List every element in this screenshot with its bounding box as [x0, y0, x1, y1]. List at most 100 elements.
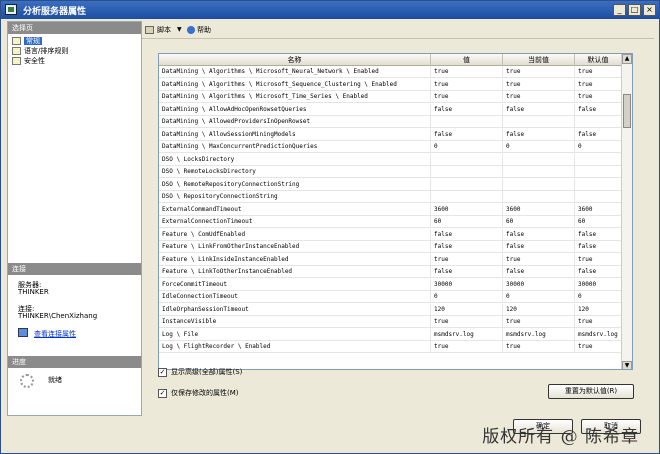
table-row[interactable]: ExternalConnectionTimeout 60 60 60 [159, 216, 622, 228]
cell-value[interactable]: true [431, 66, 503, 78]
cell-current-value: false [503, 103, 575, 116]
table-row[interactable]: Feature \ LinkFromOtherInstanceEnabled fa… [159, 241, 622, 253]
minimize-button[interactable]: _ [613, 4, 626, 16]
table-row[interactable]: DataMining \ Algorithms \ Microsoft_Neur… [159, 66, 622, 78]
table-row[interactable]: Feature \ ComUdfEnabled false false false [159, 228, 622, 241]
column-current-value[interactable]: 当前值 [503, 54, 575, 66]
cell-name: ForceCommitTimeout [159, 278, 431, 291]
reset-to-default-button[interactable]: 重置为默认值(R) [548, 384, 634, 399]
only-modified-checkbox[interactable]: ✓ 仅保存修改的属性(M) [158, 388, 239, 399]
cell-name: Feature \ ComUdfEnabled [159, 228, 431, 241]
table-row[interactable]: Feature \ LinkToOtherInstanceEnabled fals… [159, 266, 622, 278]
column-name[interactable]: 名称 [159, 54, 431, 66]
cell-value[interactable]: true [431, 316, 503, 328]
show-advanced-checkbox[interactable]: ✓ 显示高级(全部)属性(S) [158, 367, 242, 378]
nav-item-general[interactable]: 常规 [12, 36, 42, 46]
table-row[interactable]: Log \ File msmdsrv.log msmdsrv.log msmdsrv.… [159, 328, 622, 341]
table-row[interactable]: DataMining \ MaxConcurrentPredictionQuer… [159, 141, 622, 153]
cell-value[interactable]: false [431, 128, 503, 141]
table-row[interactable]: InstanceVisible true true true [159, 316, 622, 328]
table-row[interactable]: DSO \ RemoteRepositoryConnectionString [159, 178, 622, 191]
grid-header: 名称 值 当前值 默认值 [159, 54, 622, 66]
close-button[interactable]: × [643, 4, 656, 16]
cell-current-value: false [503, 128, 575, 141]
cell-value[interactable]: true [431, 78, 503, 91]
cell-value[interactable] [431, 166, 503, 178]
cell-name: DSO \ RemoteLocksDirectory [159, 166, 431, 178]
connection-properties-icon [18, 328, 28, 337]
cell-value[interactable]: 120 [431, 303, 503, 316]
cell-value[interactable]: 30000 [431, 278, 503, 291]
view-connection-properties-link[interactable]: 查看连接属性 [34, 329, 76, 339]
table-row[interactable]: ExternalCommandTimeout 3600 3600 3600 [159, 203, 622, 216]
cell-default-value: false [575, 128, 622, 141]
scroll-thumb[interactable] [623, 94, 631, 128]
cell-default-value [575, 191, 622, 203]
cell-current-value: true [503, 341, 575, 353]
cell-value[interactable] [431, 153, 503, 166]
cell-current-value: true [503, 253, 575, 266]
scroll-up-icon[interactable]: ▲ [622, 54, 632, 64]
cell-current-value: true [503, 66, 575, 78]
cell-value[interactable]: false [431, 103, 503, 116]
cell-current-value: false [503, 266, 575, 278]
cell-current-value [503, 191, 575, 203]
cell-value[interactable]: 0 [431, 291, 503, 303]
cell-value[interactable]: false [431, 241, 503, 253]
table-row[interactable]: DSO \ LocksDirectory [159, 153, 622, 166]
cell-value[interactable]: true [431, 91, 503, 103]
cell-current-value [503, 166, 575, 178]
cell-default-value: 0 [575, 291, 622, 303]
cell-value[interactable]: 3600 [431, 203, 503, 216]
table-row[interactable]: DataMining \ AllowedProvidersInOpenRowse… [159, 116, 622, 128]
cell-value[interactable] [431, 116, 503, 128]
table-row[interactable]: IdleConnectionTimeout 0 0 0 [159, 291, 622, 303]
cell-value[interactable]: msmdsrv.log [431, 328, 503, 341]
table-row[interactable]: IdleOrphanSessionTimeout 120 120 120 [159, 303, 622, 316]
cell-value[interactable]: true [431, 341, 503, 353]
table-row[interactable]: DataMining \ Algorithms \ Microsoft_Sequ… [159, 78, 622, 91]
vertical-scrollbar[interactable]: ▲ ▼ [621, 54, 632, 369]
column-value[interactable]: 值 [431, 54, 503, 66]
checkbox-box: ✓ [158, 368, 167, 377]
window-title: 分析服务器属性 [23, 7, 87, 17]
cell-value[interactable] [431, 178, 503, 191]
cell-value[interactable] [431, 191, 503, 203]
cell-current-value: msmdsrv.log [503, 328, 575, 341]
help-button[interactable]: 帮助 [197, 25, 211, 36]
cell-name: DSO \ RemoteRepositoryConnectionString [159, 178, 431, 191]
column-default-value[interactable]: 默认值 [575, 54, 622, 66]
properties-grid[interactable]: 名称 值 当前值 默认值 DataMining \ Algorithms \ M… [158, 53, 633, 370]
table-row[interactable]: DSO \ RemoteLocksDirectory [159, 166, 622, 178]
cell-value[interactable]: true [431, 253, 503, 266]
cell-default-value: false [575, 103, 622, 116]
table-row[interactable]: DataMining \ Algorithms \ Microsoft_Time… [159, 91, 622, 103]
page-icon [12, 37, 21, 45]
cell-name: DSO \ LocksDirectory [159, 153, 431, 166]
cell-value[interactable]: false [431, 266, 503, 278]
nav-item-language-collation[interactable]: 语言/排序规则 [12, 46, 68, 56]
cell-name: InstanceVisible [159, 316, 431, 328]
cell-name: ExternalCommandTimeout [159, 203, 431, 216]
nav-item-label: 安全性 [24, 57, 45, 65]
progress-header: 进度 [8, 356, 141, 368]
cell-default-value: false [575, 241, 622, 253]
table-row[interactable]: DataMining \ AllowAdHocOpenRowsetQueries… [159, 103, 622, 116]
title-bar: 分析服务器属性 _ □ × [1, 1, 659, 19]
scroll-down-icon[interactable]: ▼ [622, 361, 632, 369]
maximize-button[interactable]: □ [628, 4, 641, 16]
script-button[interactable]: 脚本 [157, 25, 171, 36]
table-row[interactable]: DataMining \ AllowSessionMiningModels fal… [159, 128, 622, 141]
table-row[interactable]: DSO \ RepositoryConnectionString [159, 191, 622, 203]
server-value: THINKER [18, 288, 49, 296]
dropdown-arrow-icon[interactable]: ▼ [177, 26, 182, 33]
checkbox-label: 显示高级(全部)属性(S) [171, 368, 243, 376]
cell-value[interactable]: 60 [431, 216, 503, 228]
table-row[interactable]: ForceCommitTimeout 30000 30000 30000 [159, 278, 622, 291]
nav-item-security[interactable]: 安全性 [12, 56, 45, 66]
table-row[interactable]: Feature \ LinkInsideInstanceEnabled true t… [159, 253, 622, 266]
table-row[interactable]: Log \ FlightRecorder \ Enabled true true tr… [159, 341, 622, 353]
copyright-watermark: 版权所有 @ 陈希章 [482, 427, 639, 447]
cell-value[interactable]: false [431, 228, 503, 241]
cell-value[interactable]: 0 [431, 141, 503, 153]
